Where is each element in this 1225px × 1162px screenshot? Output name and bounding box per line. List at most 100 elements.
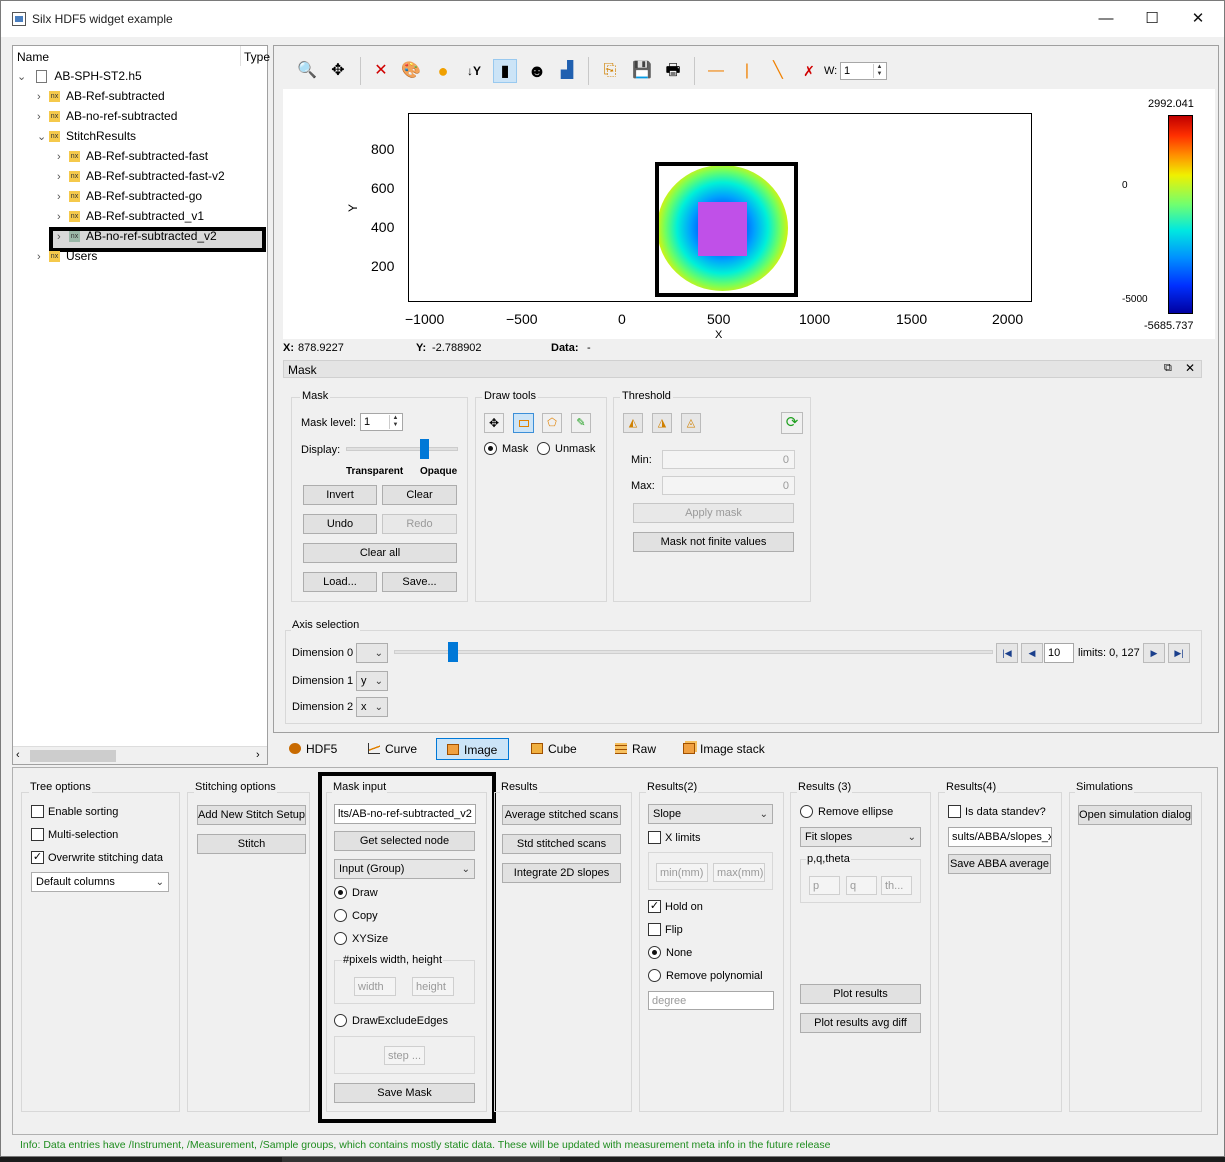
minimize-button[interactable]: — [1083, 1, 1129, 37]
tree-item[interactable]: › nx AB-Ref-subtracted-fast [57, 146, 208, 166]
clear-all-button[interactable]: Clear all [303, 543, 457, 563]
threshold-below-icon[interactable]: ◭ [623, 413, 643, 433]
load-button[interactable]: Load... [303, 572, 377, 592]
chevron-right-icon[interactable]: › [57, 227, 69, 247]
clear-profile-icon[interactable]: ✗ [797, 59, 821, 83]
remove-polynomial-radio[interactable] [648, 969, 661, 982]
input-type-combo[interactable]: Input (Group) ⌄ [334, 859, 475, 879]
display-slider[interactable] [346, 439, 458, 459]
copy-radio[interactable] [334, 909, 347, 922]
scrollbar-thumb[interactable] [30, 750, 116, 762]
theta-input[interactable]: th... [881, 876, 912, 895]
max-mm-input[interactable]: max(mm) [713, 863, 765, 882]
overwrite-checkbox[interactable]: ✓ [31, 851, 44, 864]
plot-results-avg-diff-button[interactable]: Plot results avg diff [800, 1013, 921, 1033]
refresh-icon[interactable]: ⟳ [781, 412, 803, 434]
zoom-icon[interactable]: 🔍 [295, 59, 319, 83]
remove-ellipse-radio[interactable] [800, 805, 813, 818]
tree-item[interactable]: › nx AB-Ref-subtracted [37, 86, 165, 106]
copy-icon[interactable]: ⎘ [598, 59, 622, 83]
chevron-right-icon[interactable]: › [37, 247, 49, 267]
threshold-between-icon[interactable]: ◮ [652, 413, 672, 433]
columns-combo[interactable]: Default columns ⌄ [31, 872, 169, 892]
display-slider-thumb[interactable] [419, 439, 429, 459]
tab-raw[interactable]: Raw [615, 738, 656, 760]
chevron-down-icon[interactable]: ⌄ [37, 127, 49, 147]
frame-input[interactable]: 10 [1044, 643, 1074, 663]
print-icon[interactable]: 🖶 [661, 59, 685, 83]
draw-radio[interactable] [334, 886, 347, 899]
save-icon[interactable]: 💾 [630, 59, 654, 83]
height-input[interactable]: height [412, 977, 454, 996]
tree-item[interactable]: › nx Users [37, 246, 97, 266]
line-profile-icon[interactable]: ╲ [766, 59, 790, 83]
draw-exclude-edges-radio[interactable] [334, 1014, 347, 1027]
redo-button[interactable]: Redo [382, 514, 457, 534]
dim2-combo[interactable]: x ⌄ [356, 697, 388, 717]
chevron-right-icon[interactable]: › [37, 107, 49, 127]
rectangle-icon[interactable] [513, 413, 534, 433]
threshold-above-icon[interactable]: ◬ [681, 413, 701, 433]
save-abba-button[interactable]: Save ABBA average [948, 854, 1051, 874]
none-radio[interactable] [648, 946, 661, 959]
undo-button[interactable]: Undo [303, 514, 377, 534]
scroll-right-icon[interactable]: › [256, 749, 260, 761]
tab-curve[interactable]: Curve [368, 738, 417, 760]
histogram-icon[interactable]: ▟ [555, 59, 579, 83]
browse-icon[interactable]: ✥ [484, 413, 504, 433]
p-input[interactable]: p [809, 876, 840, 895]
dim1-combo[interactable]: y ⌄ [356, 671, 388, 691]
q-input[interactable]: q [846, 876, 877, 895]
tab-image-stack[interactable]: Image stack [683, 738, 765, 760]
save-mask-button[interactable]: Save Mask [334, 1083, 475, 1103]
invert-button[interactable]: Invert [303, 485, 377, 505]
last-frame-icon[interactable]: ▶| [1168, 643, 1190, 663]
close-dock-icon[interactable]: ✕ [1185, 361, 1195, 375]
stitch-button[interactable]: Stitch [197, 834, 306, 854]
open-simulation-button[interactable]: Open simulation dialog [1078, 805, 1192, 825]
tree-item-selected[interactable]: › nx AB-no-ref-subtracted_v2 [57, 226, 217, 246]
fit-slopes-combo[interactable]: Fit slopes ⌄ [800, 827, 921, 847]
get-selected-node-button[interactable]: Get selected node [334, 831, 475, 851]
clear-button[interactable]: Clear [382, 485, 457, 505]
colorbar-icon[interactable]: ▮ [493, 59, 517, 83]
hdf5-tree[interactable]: Name Type ⌄ AB-SPH-ST2.h5 › nx AB-Ref-subt… [12, 45, 270, 765]
slope-combo[interactable]: Slope ⌄ [648, 804, 773, 824]
chevron-right-icon[interactable]: › [37, 87, 49, 107]
pan-icon[interactable]: ✥ [326, 59, 350, 83]
curve-style-icon[interactable]: ● [431, 59, 455, 83]
tree-item[interactable]: › nx AB-Ref-subtracted_v1 [57, 206, 204, 226]
chevron-down-icon[interactable]: ⌄ [17, 67, 29, 87]
abba-path-input[interactable]: sults/ABBA/slopes_x [948, 827, 1052, 847]
chevron-right-icon[interactable]: › [57, 207, 69, 227]
chevron-right-icon[interactable]: › [57, 167, 69, 187]
tree-item[interactable]: › nx AB-Ref-subtracted-fast-v2 [57, 166, 225, 186]
std-stitched-button[interactable]: Std stitched scans [502, 834, 621, 854]
chevron-right-icon[interactable]: › [57, 187, 69, 207]
tree-scrollbar[interactable]: ‹ › [13, 746, 267, 764]
close-button[interactable]: ✕ [1175, 1, 1221, 37]
chevron-right-icon[interactable]: › [57, 147, 69, 167]
save-button[interactable]: Save... [382, 572, 457, 592]
maximize-button[interactable]: ☐ [1129, 1, 1175, 37]
next-frame-icon[interactable]: ▶ [1143, 643, 1165, 663]
tree-header-name[interactable]: Name [17, 50, 49, 64]
hold-on-checkbox[interactable]: ✓ [648, 900, 661, 913]
tree-header-type[interactable]: Type [244, 50, 270, 64]
multi-selection-checkbox[interactable] [31, 828, 44, 841]
scroll-left-icon[interactable]: ‹ [16, 749, 20, 761]
float-icon[interactable]: ⧉ [1164, 362, 1172, 375]
add-stitch-setup-button[interactable]: Add New Stitch Setup [197, 805, 306, 825]
integrate-slopes-button[interactable]: Integrate 2D slopes [502, 863, 621, 883]
tab-cube[interactable]: Cube [531, 738, 577, 760]
tree-root[interactable]: ⌄ AB-SPH-ST2.h5 [17, 66, 142, 86]
max-input[interactable]: 0 [662, 476, 795, 495]
profile-width-spinbox[interactable]: 1 ▲ ▼ [840, 62, 887, 80]
mask-icon[interactable]: ☻ [525, 59, 549, 83]
mask-path-input[interactable]: lts/AB-no-ref-subtracted_v2 [334, 804, 476, 824]
y-axis-icon[interactable]: ↓Y [462, 59, 486, 83]
min-mm-input[interactable]: min(mm) [656, 863, 708, 882]
enable-sorting-checkbox[interactable] [31, 805, 44, 818]
x-limits-checkbox[interactable] [648, 831, 661, 844]
mask-radio[interactable] [484, 442, 497, 455]
